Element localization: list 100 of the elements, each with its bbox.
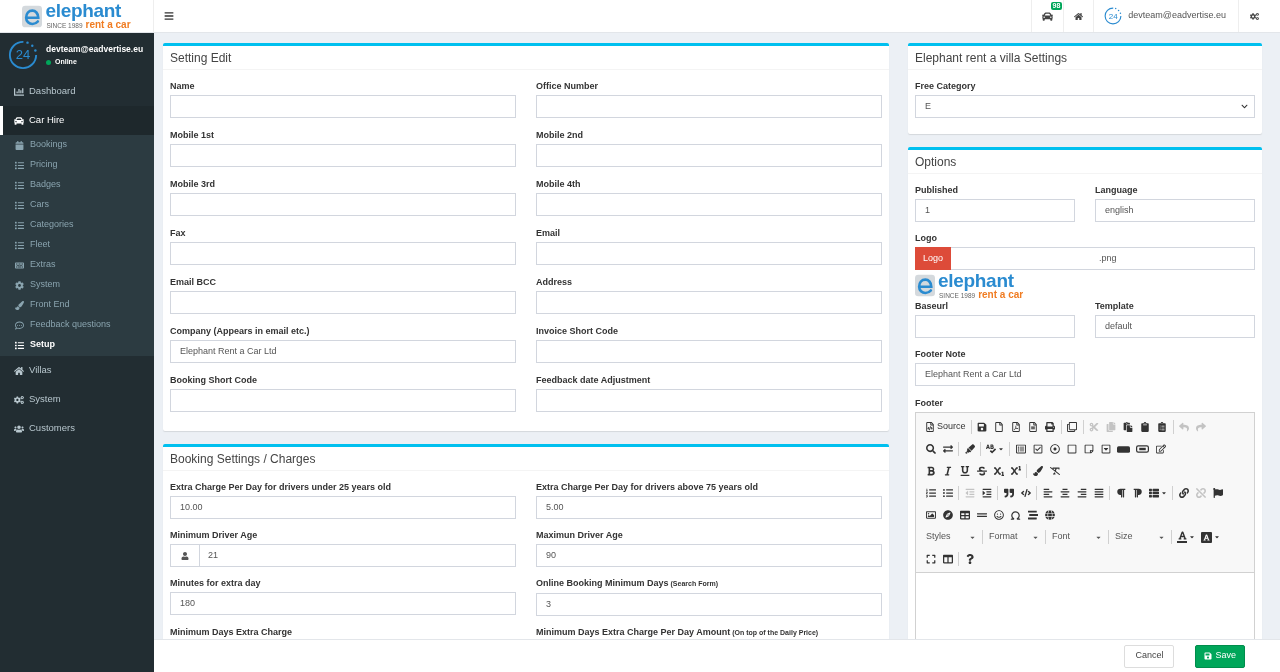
text-field[interactable] — [170, 144, 516, 167]
subscript-icon — [993, 466, 1004, 476]
file-name-field[interactable]: .png — [951, 247, 1255, 270]
text-field[interactable] — [536, 242, 882, 265]
text-field[interactable]: 21 — [170, 544, 516, 567]
text-field[interactable]: 10.00 — [170, 496, 516, 519]
text-field[interactable] — [170, 242, 516, 265]
field-label: Email — [536, 227, 561, 239]
menu-icon[interactable] — [164, 11, 174, 21]
file-button[interactable]: Logo — [915, 247, 951, 270]
list-icon — [1149, 488, 1159, 498]
text-field[interactable]: Elephant Rent a Car Ltd — [170, 340, 516, 363]
sidebar-item[interactable]: Villas — [0, 356, 154, 385]
paintbrush-icon — [1032, 466, 1043, 476]
submenu-item[interactable]: Feedback questions — [0, 315, 154, 335]
settings-icon[interactable] — [1250, 11, 1259, 21]
list-icon — [15, 340, 24, 350]
text-field[interactable] — [170, 95, 516, 118]
text-field[interactable]: 180 — [170, 592, 516, 615]
toolbar-button[interactable]: Source — [922, 417, 969, 437]
text-field[interactable] — [170, 193, 516, 216]
field-label: Extra Charge Per Day for drivers under 25 years old — [170, 481, 393, 493]
sidebar-item[interactable]: Car Hire — [0, 106, 154, 135]
user-email[interactable]: devteam@eadvertise.eu — [1128, 9, 1226, 23]
text-field[interactable] — [170, 389, 516, 412]
text-field[interactable] — [536, 144, 882, 167]
car-icon[interactable] — [1042, 10, 1054, 22]
logo-wordmark: elephant — [938, 271, 1015, 290]
compass-icon — [942, 510, 953, 520]
text-field[interactable]: 3 — [536, 593, 882, 616]
underline-icon — [959, 466, 970, 476]
field-label: Minutes for extra day — [170, 577, 262, 589]
cancel-button[interactable]: Cancel — [1124, 644, 1175, 668]
text-field[interactable] — [170, 291, 516, 314]
indent-icon — [981, 488, 992, 498]
field-label: Feedback date Adjustment — [536, 374, 652, 386]
spellcheck-icon — [986, 444, 996, 454]
submenu-item[interactable]: Fleet — [0, 235, 154, 255]
user-icon — [181, 551, 189, 560]
stacked-pages-icon — [1067, 422, 1078, 432]
toolbar-dropdown[interactable]: Size — [1111, 527, 1169, 547]
logo-wordmark: elephant — [45, 2, 123, 20]
print-icon — [1045, 422, 1056, 432]
toolbar-dropdown[interactable]: Styles — [922, 527, 980, 547]
image-icon — [925, 510, 936, 520]
background-color-icon — [1201, 531, 1212, 543]
field-label: Mobile 3rd — [170, 178, 216, 190]
field-label: Booking Short Code — [170, 374, 258, 386]
search-icon — [925, 444, 936, 454]
submenu-item[interactable]: Front End — [0, 295, 154, 315]
submenu-item[interactable]: Pricing — [0, 155, 154, 175]
text-field[interactable]: Elephant Rent a Car Ltd — [915, 363, 1075, 386]
button-outline-icon — [1136, 445, 1149, 453]
text-field[interactable] — [536, 340, 882, 363]
toolbar-dropdown[interactable]: Font — [1048, 527, 1106, 547]
caret-icon — [998, 446, 1004, 452]
sidebar-item[interactable]: Dashboard — [0, 77, 154, 106]
text-field[interactable] — [536, 95, 882, 118]
submenu-item[interactable]: System — [0, 275, 154, 295]
bar-chart-icon — [13, 86, 24, 97]
chevron-down-icon — [1241, 103, 1248, 110]
submenu-item[interactable]: Cars — [0, 195, 154, 215]
list-box-icon — [1015, 444, 1026, 454]
submenu-item[interactable]: Badges — [0, 175, 154, 195]
text-field[interactable]: 1 — [915, 199, 1075, 222]
text-field[interactable]: default — [1095, 315, 1255, 338]
home-icon[interactable] — [1074, 11, 1084, 21]
text-field[interactable] — [536, 193, 882, 216]
link-icon — [1178, 488, 1189, 498]
smiley-icon — [993, 510, 1004, 520]
submenu-item[interactable]: Bookings — [0, 135, 154, 155]
text-field[interactable]: 90 — [536, 544, 882, 567]
square-outline-icon — [1066, 444, 1077, 454]
logo-tagline: rent a car — [978, 289, 1024, 300]
submenu-item[interactable]: Categories — [0, 215, 154, 235]
select-field[interactable]: E — [915, 95, 1255, 118]
sidebar-item[interactable]: System — [0, 385, 154, 414]
paste-icon — [1123, 422, 1134, 432]
caret-icon — [1214, 534, 1220, 540]
text-field[interactable] — [536, 389, 882, 412]
help-icon — [964, 554, 975, 564]
text-field[interactable]: 5.00 — [536, 496, 882, 519]
radio-icon — [1049, 444, 1060, 454]
field-label: Office Number — [536, 80, 599, 92]
users-icon — [13, 423, 24, 434]
text-field[interactable] — [536, 291, 882, 314]
filled-bar-icon — [1117, 445, 1130, 453]
sidebar-item[interactable]: Customers — [0, 414, 154, 443]
field-label: Footer — [915, 397, 944, 409]
list-icon — [15, 180, 24, 190]
strikethrough-icon — [976, 466, 987, 476]
text-field[interactable] — [915, 315, 1075, 338]
text-field[interactable]: english — [1095, 199, 1255, 222]
submenu-item[interactable]: Setup — [0, 335, 154, 355]
toolbar-dropdown[interactable]: Format — [985, 527, 1043, 547]
field-label: Mobile 1st — [170, 129, 215, 141]
ring-logo-icon — [1104, 7, 1123, 25]
align-center-icon — [1059, 488, 1070, 498]
font-color-icon — [1177, 531, 1187, 543]
submenu-item[interactable]: Extras — [0, 255, 154, 275]
